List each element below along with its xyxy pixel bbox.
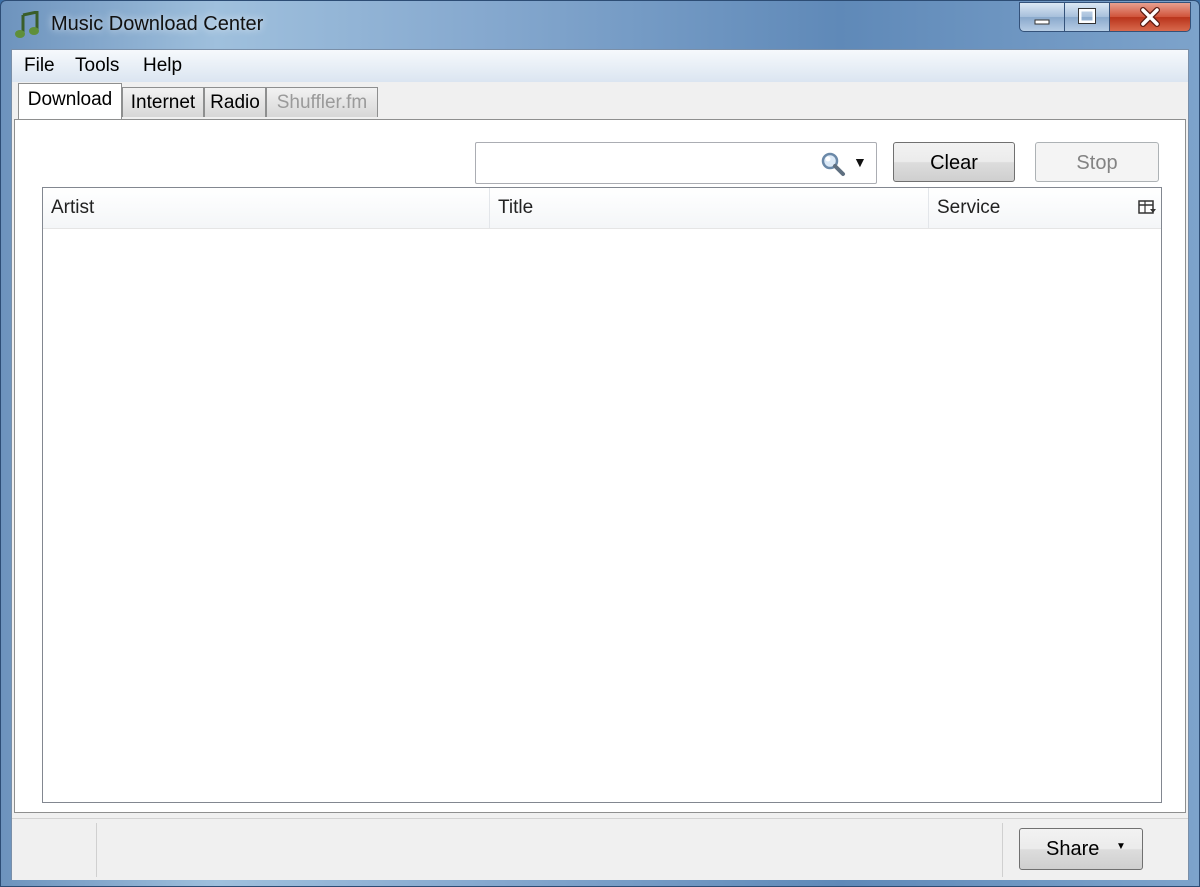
chevron-down-icon[interactable]: ▼ [853, 154, 867, 170]
close-icon [1140, 7, 1160, 27]
minimize-button[interactable] [1019, 2, 1065, 32]
search-input[interactable] [482, 149, 816, 179]
column-header-service[interactable]: Service [929, 188, 1135, 228]
maximize-button[interactable] [1064, 2, 1110, 32]
magnifier-icon[interactable] [820, 151, 846, 177]
tab-shuffler-fm: Shuffler.fm [266, 87, 378, 117]
title-bar[interactable]: Music Download Center [1, 1, 1199, 49]
column-header-title[interactable]: Title [490, 188, 929, 228]
list-header: Artist Title Service [43, 188, 1161, 229]
search-box[interactable]: ▼ [475, 142, 877, 184]
minimize-icon [1034, 19, 1050, 25]
results-list[interactable]: Artist Title Service [42, 187, 1162, 803]
share-button[interactable]: Share ▼ [1019, 828, 1143, 870]
menu-file[interactable]: File [24, 55, 55, 77]
menu-help[interactable]: Help [143, 55, 182, 77]
download-panel: ▼ Clear Stop Artist Title Service [14, 119, 1186, 813]
music-note-icon [15, 11, 39, 38]
window-title: Music Download Center [51, 13, 264, 35]
app-window: Music Download Center File Tools Help Do… [0, 0, 1200, 887]
tab-radio[interactable]: Radio [204, 87, 266, 117]
tab-strip: Download Internet Radio Shuffler.fm [12, 82, 1188, 120]
column-chooser-icon[interactable] [1137, 199, 1157, 217]
list-body[interactable] [43, 228, 1161, 802]
column-header-artist[interactable]: Artist [43, 188, 490, 228]
share-label: Share [1046, 838, 1100, 860]
tab-download[interactable]: Download [18, 83, 122, 119]
menu-bar: File Tools Help [12, 50, 1188, 83]
maximize-icon [1078, 8, 1096, 24]
chevron-down-icon: ▼ [1116, 841, 1126, 852]
status-bar: Share ▼ [12, 818, 1188, 880]
status-separator [96, 823, 97, 877]
client-area: File Tools Help Download Internet Radio … [11, 49, 1189, 880]
menu-tools[interactable]: Tools [75, 55, 119, 77]
close-button[interactable] [1109, 2, 1191, 32]
clear-button[interactable]: Clear [893, 142, 1015, 182]
status-separator [1002, 823, 1003, 877]
stop-button: Stop [1035, 142, 1159, 182]
tab-internet[interactable]: Internet [122, 87, 204, 117]
